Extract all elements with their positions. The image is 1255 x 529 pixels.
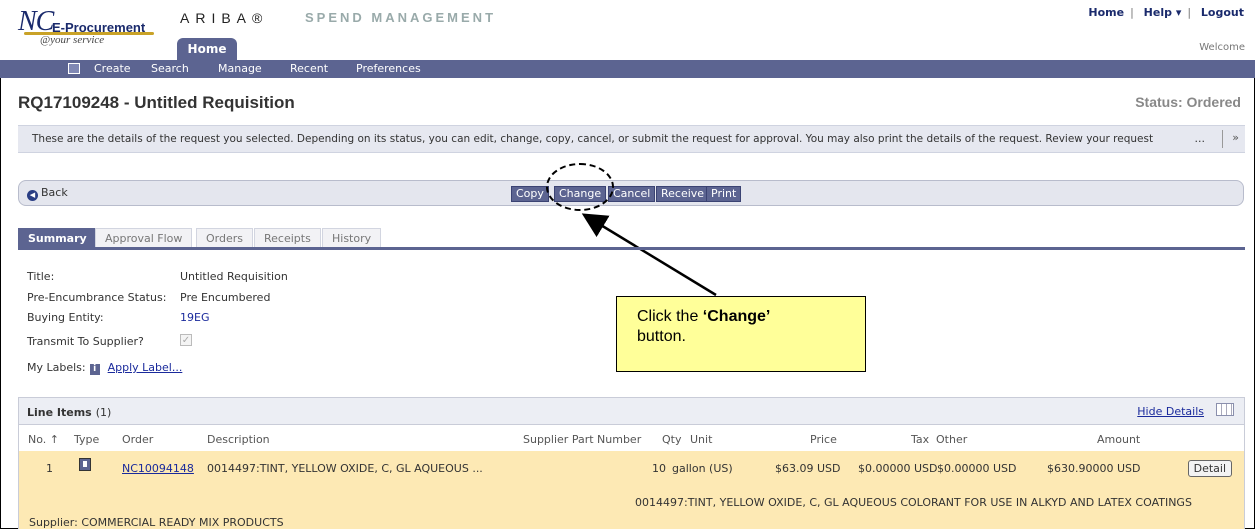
nav-manage[interactable]: Manage [218, 62, 262, 75]
line-items-count: (1) [95, 406, 112, 419]
tab-underline [18, 247, 1245, 250]
row-price: $63.09 USD [775, 462, 841, 475]
col-no[interactable]: No. ↑ [28, 433, 59, 446]
row-other: $0.00000 USD [937, 462, 1017, 475]
catalog-item-icon [79, 458, 91, 471]
header: NC E-Procurement @your service ARIBA® SP… [0, 0, 1255, 60]
back-arrow-icon: ◀ [27, 190, 38, 201]
pre-encumbrance-value: Pre Encumbered [180, 291, 271, 304]
info-more-link[interactable]: ... [1195, 132, 1206, 145]
welcome-text: Welcome [1199, 42, 1245, 53]
order-link[interactable]: NC10094148 [122, 462, 194, 475]
line-items-header: Line Items (1) Hide Details [19, 398, 1244, 425]
tab-summary[interactable]: Summary [18, 228, 97, 247]
nc-eprocurement-logo[interactable]: NC E-Procurement @your service [18, 6, 168, 46]
ariba-logo: ARIBA® [180, 10, 269, 26]
nav-search[interactable]: Search [151, 62, 189, 75]
tab-receipts[interactable]: Receipts [254, 228, 321, 247]
title-value: Untitled Requisition [180, 270, 288, 283]
pre-encumbrance-label: Pre-Encumbrance Status: [27, 291, 167, 304]
copy-button[interactable]: Copy [511, 186, 549, 202]
expand-chevron-icon[interactable]: » [1232, 131, 1239, 144]
row-number: 1 [46, 462, 53, 475]
transmit-label: Transmit To Supplier? [27, 335, 144, 348]
table-row: 1 NC10094148 0014497:TINT, YELLOW OXIDE,… [19, 451, 1244, 529]
info-bar: These are the details of the request you… [18, 125, 1245, 153]
detail-button[interactable]: Detail [1187, 460, 1232, 477]
buying-entity-label: Buying Entity: [27, 311, 104, 324]
buying-entity-value[interactable]: 19EG [180, 311, 209, 324]
tab-orders[interactable]: Orders [196, 228, 253, 247]
apply-label-link[interactable]: Apply Label... [108, 361, 183, 374]
help-link[interactable]: Help ▾ [1144, 6, 1182, 19]
col-price[interactable]: Price [810, 433, 837, 446]
cancel-button[interactable]: Cancel [608, 186, 656, 202]
col-supplier-part-number[interactable]: Supplier Part Number [523, 433, 641, 446]
col-description[interactable]: Description [207, 433, 270, 446]
info-icon[interactable]: i [89, 364, 100, 375]
info-divider [1222, 130, 1223, 148]
col-tax[interactable]: Tax [911, 433, 929, 446]
back-label: Back [41, 186, 68, 199]
line-items-panel: Line Items (1) Hide Details No. ↑ Type Or… [18, 397, 1245, 529]
col-other[interactable]: Other [936, 433, 967, 446]
transmit-checkbox: ✓ [180, 334, 192, 346]
logo-your-service: @your service [40, 34, 105, 46]
tab-history[interactable]: History [322, 228, 382, 247]
highlight-ellipse [546, 163, 614, 211]
nav-bar: Create Search Manage Recent Preferences [0, 60, 1255, 78]
link-separator: | [1187, 6, 1192, 19]
row-supplier: Supplier: COMMERCIAL READY MIX PRODUCTS [29, 516, 284, 529]
callout-text-pre: Click the [637, 308, 703, 325]
info-text: These are the details of the request you… [32, 133, 1154, 145]
my-labels-label: My Labels: [27, 361, 86, 374]
row-full-description: 0014497:TINT, YELLOW OXIDE, C, GL AQUEOU… [635, 496, 1192, 509]
callout-text-post: button. [637, 328, 686, 345]
col-amount[interactable]: Amount [1097, 433, 1140, 446]
instruction-callout: Click the ‘Change’ button. [616, 296, 866, 372]
line-items-title: Line Items (1) [27, 406, 111, 419]
line-items-title-text: Line Items [27, 406, 92, 419]
nav-recent[interactable]: Recent [290, 62, 328, 75]
home-tab[interactable]: Home [177, 38, 237, 60]
row-description: 0014497:TINT, YELLOW OXIDE, C, GL AQUEOU… [207, 462, 483, 475]
back-button[interactable]: ◀ Back [27, 186, 68, 201]
col-type[interactable]: Type [74, 433, 99, 446]
nav-preferences[interactable]: Preferences [356, 62, 421, 75]
tab-approval-flow[interactable]: Approval Flow [95, 228, 193, 247]
top-links: Home | Help ▾ | Logout [1085, 6, 1247, 19]
dashboard-icon[interactable] [68, 63, 80, 74]
row-amount: $630.90000 USD [1047, 462, 1141, 475]
spend-management-label: SPEND MANAGEMENT [305, 10, 497, 25]
logout-link[interactable]: Logout [1201, 6, 1244, 19]
nav-create[interactable]: Create [94, 62, 131, 75]
my-labels-row: My Labels: i Apply Label... [27, 361, 182, 375]
col-qty[interactable]: Qty [662, 433, 681, 446]
action-bar: ◀ Back Copy Change Cancel Receive Print [18, 180, 1244, 206]
receive-button[interactable]: Receive [656, 186, 710, 202]
home-link[interactable]: Home [1088, 6, 1124, 19]
col-unit[interactable]: Unit [690, 433, 712, 446]
column-chooser-icon[interactable] [1216, 403, 1234, 416]
hide-details-link[interactable]: Hide Details [1137, 405, 1204, 418]
row-unit: gallon (US) [672, 462, 733, 475]
row-qty: 10 [652, 462, 666, 475]
row-tax: $0.00000 USD [858, 462, 938, 475]
page-title: RQ17109248 - Untitled Requisition [18, 93, 295, 112]
title-label: Title: [27, 270, 55, 283]
callout-text-bold: ‘Change’ [702, 308, 771, 325]
link-separator: | [1130, 6, 1134, 19]
status-label: Status: Ordered [1135, 94, 1241, 110]
print-button[interactable]: Print [706, 186, 742, 202]
col-order[interactable]: Order [122, 433, 153, 446]
